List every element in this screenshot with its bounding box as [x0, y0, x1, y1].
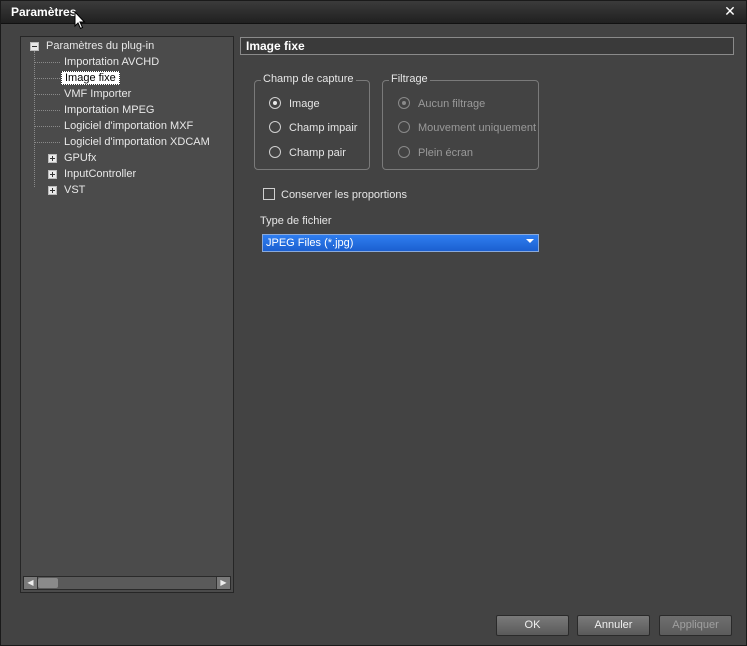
mouse-cursor-icon [74, 11, 86, 30]
tree-item-importation-avchd[interactable]: Importation AVCHD [61, 54, 162, 70]
radio-button[interactable] [269, 121, 281, 133]
cancel-button[interactable]: Annuler [577, 615, 650, 636]
tree-connector [34, 51, 35, 187]
group-legend: Filtrage [389, 73, 430, 85]
close-icon[interactable]: ✕ [722, 4, 738, 20]
tree-item-label: Importation MPEG [64, 104, 155, 116]
tree-connector [35, 62, 60, 63]
section-header: Image fixe [240, 37, 734, 55]
tree-item-root[interactable]: Paramètres du plug-in [43, 38, 157, 54]
tree-item-label: Logiciel d'importation MXF [64, 120, 194, 132]
tree-connector [35, 110, 60, 111]
collapse-icon[interactable] [30, 42, 39, 51]
expand-icon[interactable] [48, 154, 57, 163]
file-type-select[interactable]: JPEG Files (*.jpg) [262, 234, 539, 252]
file-type-value: JPEG Files (*.jpg) [266, 237, 354, 249]
tree-item-image-fixe[interactable]: Image fixe [61, 70, 120, 86]
tree-item-inputcontroller[interactable]: InputController [61, 166, 139, 182]
tree-item-label: Logiciel d'importation XDCAM [64, 136, 210, 148]
tree-item-vmf-importer[interactable]: VMF Importer [61, 86, 134, 102]
file-type-label: Type de fichier [260, 215, 332, 227]
radio-button [398, 121, 410, 133]
scroll-thumb[interactable] [38, 578, 58, 588]
tree-connector [35, 126, 60, 127]
expand-icon[interactable] [48, 186, 57, 195]
scroll-right-icon[interactable]: ▶ [216, 577, 230, 589]
radio-label: Mouvement uniquement [418, 122, 537, 134]
capture-field-group: Champ de capture Image Champ impair Cham… [254, 73, 370, 170]
checkbox-label: Conserver les proportions [281, 189, 407, 201]
horizontal-scrollbar[interactable]: ◀ ▶ [23, 576, 231, 590]
tree-connector [35, 78, 60, 79]
radio-button [398, 146, 410, 158]
radio-label: Image [289, 98, 320, 110]
tree-item-vst[interactable]: VST [61, 182, 88, 198]
radio-button[interactable] [269, 97, 281, 109]
parametres-dialog: Paramètres ✕ Paramètres du plug-in Impor… [0, 0, 747, 646]
group-legend: Champ de capture [261, 73, 356, 85]
radio-button [398, 97, 410, 109]
tree-item-label: Image fixe [61, 71, 120, 85]
radio-label: Aucun filtrage [418, 98, 486, 110]
ok-button[interactable]: OK [496, 615, 569, 636]
tree-item-importation-mxf[interactable]: Logiciel d'importation MXF [61, 118, 196, 134]
checkbox[interactable] [263, 188, 275, 200]
apply-button[interactable]: Appliquer [659, 615, 732, 636]
tree-connector [35, 142, 60, 143]
radio-button[interactable] [269, 146, 281, 158]
radio-label: Champ impair [289, 122, 358, 134]
tree-item-importation-xdcam[interactable]: Logiciel d'importation XDCAM [61, 134, 213, 150]
tree-item-importation-mpeg[interactable]: Importation MPEG [61, 102, 157, 118]
tree-item-label: Importation AVCHD [64, 56, 160, 68]
radio-label: Plein écran [418, 147, 474, 159]
tree-item-label: InputController [64, 168, 137, 180]
chevron-down-icon[interactable] [526, 239, 534, 243]
tree-item-label: VST [64, 184, 86, 196]
plugin-tree[interactable]: Paramètres du plug-in Importation AVCHD … [20, 36, 234, 593]
filter-group: Filtrage Aucun filtrage Mouvement unique… [382, 73, 539, 170]
tree-item-label: VMF Importer [64, 88, 132, 100]
title-bar[interactable]: Paramètres ✕ [1, 1, 746, 24]
tree-item-label: GPUfx [64, 152, 97, 164]
tree-connector [35, 94, 60, 95]
expand-icon[interactable] [48, 170, 57, 179]
scroll-left-icon[interactable]: ◀ [24, 577, 38, 589]
tree-item-gpufx[interactable]: GPUfx [61, 150, 99, 166]
radio-label: Champ pair [289, 147, 346, 159]
tree-item-label: Paramètres du plug-in [46, 40, 155, 52]
window-title: Paramètres [11, 5, 77, 19]
